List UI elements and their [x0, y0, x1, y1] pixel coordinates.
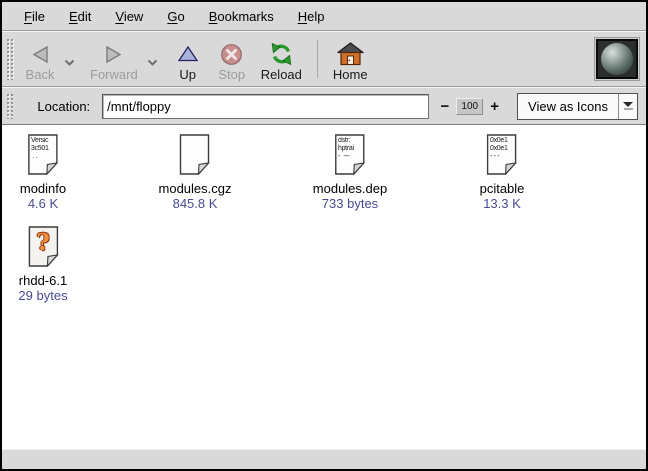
file-name: modules.cgz [159, 181, 232, 196]
file-size: 845.8 K [173, 196, 218, 211]
menu-go[interactable]: Go [157, 5, 194, 28]
forward-history-chevron-icon[interactable] [145, 40, 160, 84]
forward-button[interactable]: Forward [83, 34, 145, 84]
reload-icon [269, 41, 294, 67]
document-icon [180, 134, 210, 175]
menu-edit[interactable]: Edit [59, 5, 101, 28]
menu-help[interactable]: Help [288, 5, 335, 28]
stop-button[interactable]: Stop [210, 34, 254, 84]
unknown-file-icon: ? [28, 226, 58, 267]
location-bar-drag-handle[interactable] [6, 93, 13, 119]
toolbar-spacer [375, 34, 594, 84]
file-name: modules.dep [313, 181, 387, 196]
status-bar [2, 449, 646, 469]
file-item-pcitable[interactable]: 0x0e10x0e1- - - pcitable 13.3 K [480, 134, 525, 211]
home-button[interactable]: Home [326, 34, 375, 84]
file-size: 29 bytes [18, 288, 67, 303]
file-name: pcitable [480, 181, 525, 196]
throbber [594, 37, 640, 81]
file-item-modules-dep[interactable]: dstr: hptrai- --- modules.dep 733 bytes [313, 134, 387, 211]
file-item-rhdd[interactable]: ? rhdd-6.1 29 bytes [18, 226, 67, 303]
back-history-chevron-icon[interactable] [62, 40, 77, 84]
menu-view[interactable]: View [105, 5, 153, 28]
up-arrow-icon [177, 41, 199, 67]
icon-view[interactable]: Versic3c501 . . modinfo 4.6 K modules.cg… [2, 124, 646, 449]
text-file-icon: dstr: hptrai- --- [335, 134, 365, 175]
file-size: 4.6 K [28, 196, 58, 211]
toolbar-separator [317, 40, 318, 78]
throbber-frame [596, 39, 638, 79]
home-label: Home [333, 67, 368, 82]
question-mark-glyph: ? [28, 227, 58, 257]
up-button[interactable]: Up [166, 34, 210, 84]
stop-icon [220, 41, 243, 67]
file-item-modules-cgz[interactable]: modules.cgz 845.8 K [159, 134, 232, 211]
forward-label: Forward [90, 67, 138, 82]
location-input[interactable] [102, 94, 428, 119]
text-file-icon: 0x0e10x0e1- - - [487, 134, 517, 175]
stop-label: Stop [218, 67, 245, 82]
view-mode-dropdown[interactable]: View as Icons [517, 93, 638, 120]
toolbar: Back Forward Up [2, 32, 646, 86]
back-button[interactable]: Back [18, 34, 62, 84]
file-manager-window: File Edit View Go Bookmarks Help Back Fo… [0, 0, 648, 471]
back-label: Back [26, 67, 55, 82]
toolbar-drag-handle[interactable] [6, 38, 14, 80]
dropdown-arrow-icon [618, 94, 637, 119]
file-size: 13.3 K [483, 196, 521, 211]
reload-button[interactable]: Reload [254, 34, 309, 84]
home-icon [337, 41, 364, 67]
zoom-in-button[interactable]: + [488, 99, 501, 114]
up-label: Up [179, 67, 196, 82]
forward-arrow-icon [103, 41, 124, 67]
zoom-out-button[interactable]: − [439, 99, 452, 114]
throbber-sphere-icon [601, 43, 633, 75]
text-file-icon: Versic3c501 . . [28, 134, 58, 175]
zoom-controls: − 100 + [439, 98, 502, 115]
location-bar: Location: − 100 + View as Icons [2, 88, 646, 124]
location-label: Location: [37, 99, 90, 114]
file-name: rhdd-6.1 [19, 273, 67, 288]
file-name: modinfo [20, 181, 66, 196]
view-mode-label: View as Icons [518, 99, 618, 114]
menu-file[interactable]: File [14, 5, 55, 28]
zoom-level-indicator[interactable]: 100 [456, 98, 483, 115]
back-arrow-icon [30, 41, 51, 67]
file-item-modinfo[interactable]: Versic3c501 . . modinfo 4.6 K [20, 134, 66, 211]
file-size: 733 bytes [322, 196, 378, 211]
menu-bar: File Edit View Go Bookmarks Help [2, 2, 646, 30]
menu-bookmarks[interactable]: Bookmarks [199, 5, 284, 28]
reload-label: Reload [261, 67, 302, 82]
